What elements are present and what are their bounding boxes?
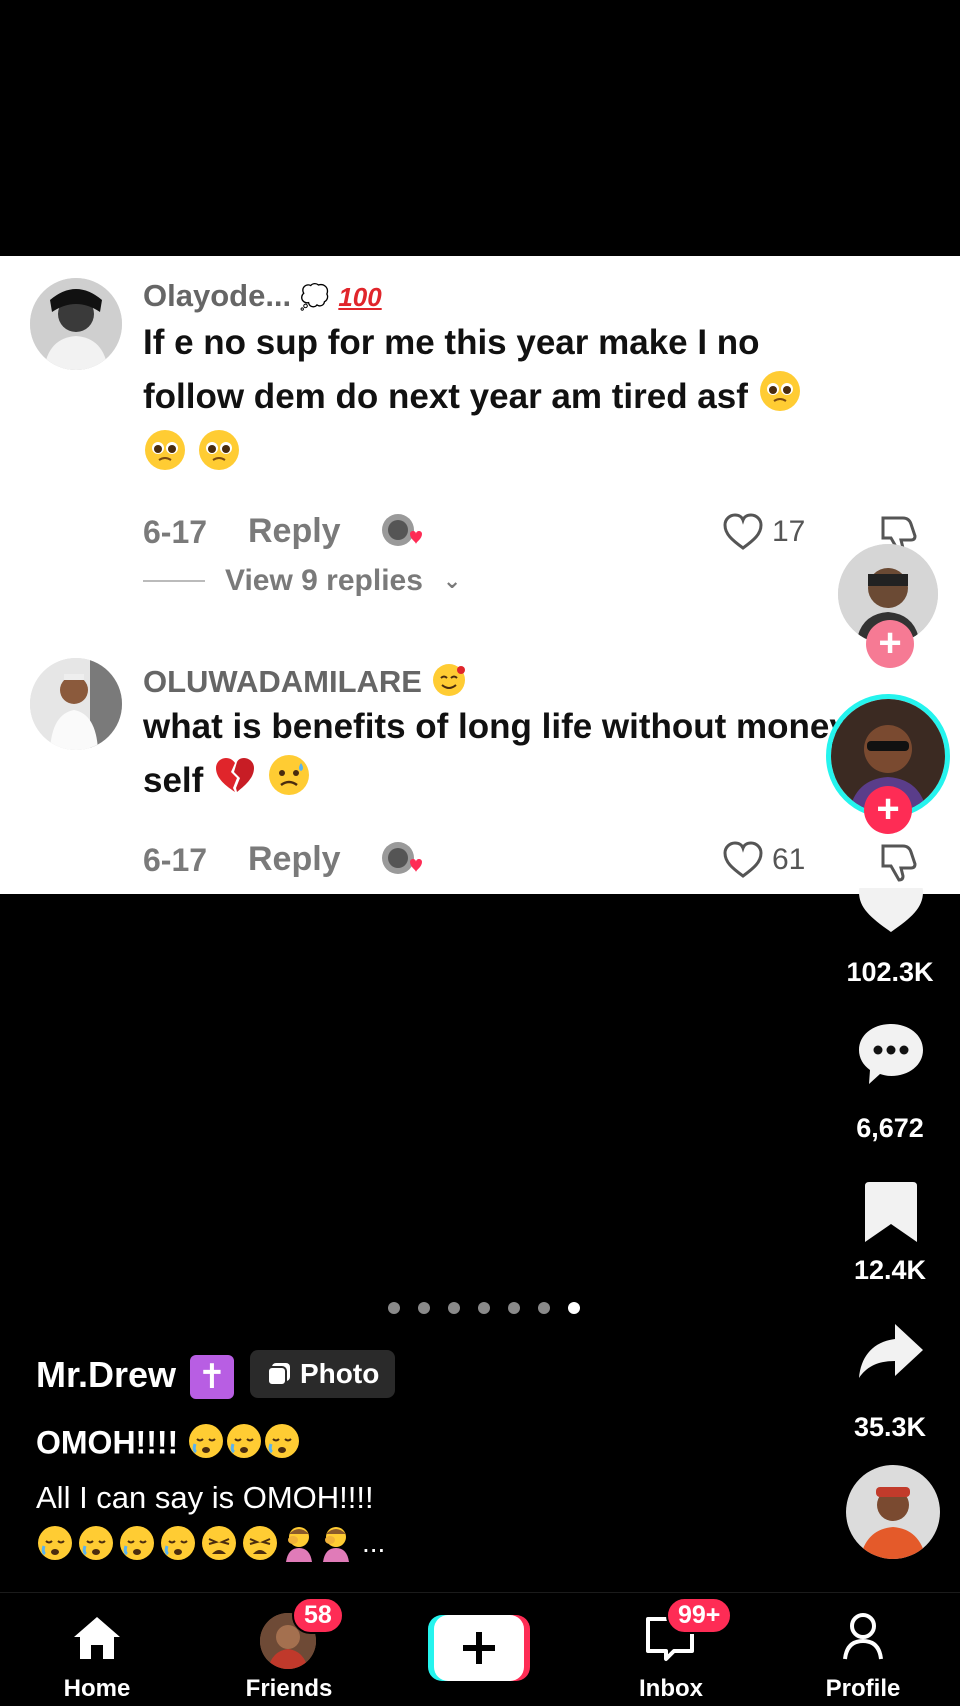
- view-replies-button[interactable]: View 9 replies ⌄: [143, 564, 461, 598]
- comments-card: Olayode... 💭 100 If e no sup for me this…: [0, 256, 960, 894]
- bookmark-icon: [865, 1182, 917, 1242]
- dislike-button[interactable]: [875, 840, 919, 884]
- reply-button[interactable]: Reply: [248, 512, 341, 551]
- comments-count: 6,672: [856, 1113, 924, 1143]
- like-video-button[interactable]: [855, 888, 927, 940]
- carousel-dot[interactable]: [508, 1302, 520, 1314]
- photo-label: Photo: [300, 1358, 380, 1389]
- creator-liked-icon: [380, 838, 424, 882]
- see-more-button[interactable]: ...: [362, 1527, 385, 1559]
- commenter-avatar[interactable]: [30, 658, 122, 750]
- thought-bubble-icon: 💭: [299, 284, 330, 312]
- caption-title: OMOH!!!!: [36, 1422, 301, 1468]
- share-button[interactable]: [855, 1316, 927, 1388]
- sleepy-face-icon: [263, 1422, 301, 1468]
- like-button[interactable]: 61: [722, 840, 805, 880]
- sleepy-face-icon: [120, 1526, 154, 1560]
- heart-icon: [723, 513, 763, 550]
- weary-face-icon: [243, 1526, 277, 1560]
- like-count: 17: [772, 515, 806, 548]
- heart-icon: [859, 888, 923, 932]
- follow-button[interactable]: +: [864, 786, 912, 834]
- friends-badge: 58: [292, 1597, 344, 1634]
- caption-emoji-row: ...: [36, 1524, 385, 1562]
- profile-icon: [843, 1613, 883, 1660]
- comment-date: 6-17: [143, 514, 208, 550]
- heart-icon: [723, 841, 763, 878]
- saves-count: 12.4K: [853, 1255, 927, 1285]
- photo-mode-badge: Photo: [250, 1350, 396, 1398]
- pleading-face-icon: [758, 369, 802, 428]
- home-icon: [74, 1617, 120, 1659]
- comment-date: 6-17: [143, 842, 208, 878]
- create-button[interactable]: [428, 1615, 530, 1681]
- nav-home-label: Home: [63, 1675, 131, 1702]
- author-username[interactable]: Mr.Drew: [36, 1354, 176, 1396]
- sleepy-face-icon: [161, 1526, 195, 1560]
- carousel-dot[interactable]: [418, 1302, 430, 1314]
- share-icon: [859, 1324, 923, 1378]
- latin-cross-icon: ✝: [190, 1355, 234, 1399]
- reply-button[interactable]: Reply: [248, 840, 341, 879]
- carousel-dot[interactable]: [448, 1302, 460, 1314]
- comments-button[interactable]: [855, 1018, 927, 1090]
- carousel-dot[interactable]: [478, 1302, 490, 1314]
- divider-line: [143, 580, 205, 582]
- sound-disc-icon[interactable]: [846, 1465, 940, 1559]
- creator-liked-icon: [380, 510, 424, 554]
- comment-text: what is benefits of long life without mo…: [143, 700, 863, 812]
- follow-button[interactable]: +: [866, 620, 914, 668]
- commenter-avatar[interactable]: [30, 278, 122, 370]
- broken-heart-icon: [213, 754, 257, 811]
- sleepy-face-icon: [79, 1526, 113, 1560]
- nav-profile-label: Profile: [825, 1675, 901, 1702]
- carousel-dot[interactable]: [388, 1302, 400, 1314]
- carousel-dot-active[interactable]: [568, 1302, 580, 1314]
- facepalm-icon: [286, 1527, 312, 1562]
- comment-username[interactable]: Olayode... 💭 100: [143, 278, 382, 314]
- comment-icon: [859, 1024, 923, 1084]
- nav-inbox-label: Inbox: [639, 1675, 703, 1702]
- facepalm-icon: [323, 1527, 349, 1562]
- likes-count: 102.3K: [846, 957, 934, 987]
- sleepy-face-icon: [38, 1526, 72, 1560]
- pleading-face-icon: [197, 428, 241, 487]
- caption-text: All I can say is OMOH!!!!: [36, 1480, 374, 1515]
- bookmark-button[interactable]: [855, 1176, 927, 1248]
- sleepy-face-icon: [225, 1422, 263, 1468]
- photo-icon: [267, 1363, 290, 1386]
- nav-friends-label: Friends: [245, 1675, 333, 1702]
- pleading-face-icon: [143, 428, 187, 487]
- comment-text: If e no sup for me this year make I no f…: [143, 316, 863, 487]
- sleepy-face-icon: [187, 1422, 225, 1468]
- like-count: 61: [772, 843, 806, 876]
- hundred-icon: 100: [338, 282, 382, 313]
- carousel-dot[interactable]: [538, 1302, 550, 1314]
- sad-sweat-face-icon: [267, 753, 311, 812]
- like-button[interactable]: 17: [722, 512, 805, 552]
- plus-icon: [463, 1632, 495, 1664]
- chevron-down-icon: ⌄: [442, 568, 462, 593]
- view-replies-label: View 9 replies: [225, 564, 423, 597]
- carousel-indicator: [388, 1302, 580, 1314]
- dislike-icon: [881, 844, 917, 882]
- bottom-navigation: Home 58 Friends 99+ Inbox Profile: [0, 1592, 960, 1706]
- inbox-badge: 99+: [666, 1597, 733, 1634]
- weary-face-icon: [202, 1526, 236, 1560]
- shares-count: 35.3K: [853, 1412, 927, 1442]
